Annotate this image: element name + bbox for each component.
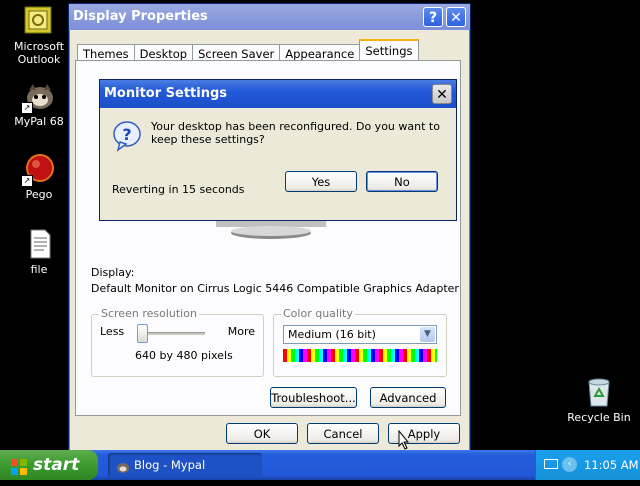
mypal-icon: ↗ xyxy=(21,80,55,114)
desktop-icon-mypal[interactable]: ↗ MyPal 68 xyxy=(4,80,74,128)
chevron-down-icon[interactable]: ▼ xyxy=(420,327,435,342)
screen-resolution-group: Screen resolution Less More 640 by 480 p… xyxy=(91,307,264,377)
pego-icon: ↗ xyxy=(21,153,55,187)
desktop-icon-label: Pego xyxy=(25,188,53,201)
recycle-bin-icon xyxy=(583,376,615,408)
desktop-icon-label: file xyxy=(30,263,48,276)
mypal-taskbar-icon xyxy=(116,458,130,473)
ok-button[interactable]: OK xyxy=(226,423,298,444)
window-title: Display Properties xyxy=(73,9,208,24)
tab-strip: Themes Desktop Screen Saver Appearance Setti… xyxy=(77,39,419,63)
desktop-icon-label: Recycle Bin xyxy=(567,411,631,424)
desktop-icon-recycle-bin[interactable]: Recycle Bin xyxy=(564,376,634,424)
desktop-icon-file[interactable]: file xyxy=(4,228,74,276)
mouse-cursor-icon xyxy=(398,429,410,450)
outlook-icon xyxy=(23,5,55,37)
resolution-value: 640 by 480 pixels xyxy=(135,349,233,362)
advanced-button[interactable]: Advanced xyxy=(370,387,446,408)
resolution-more-label: More xyxy=(227,325,255,338)
keyboard-icon[interactable] xyxy=(544,459,558,469)
desktop-icon-label: Microsoft xyxy=(13,40,65,53)
no-button[interactable]: No xyxy=(366,171,438,192)
windows-logo-icon xyxy=(10,456,28,475)
monitor-preview-icon xyxy=(216,221,326,241)
resolution-slider-thumb[interactable] xyxy=(137,324,148,343)
taskbar-item-label: Blog - Mypal xyxy=(134,458,206,472)
shortcut-arrow-icon: ↗ xyxy=(21,102,33,114)
display-label: Display: xyxy=(91,266,135,279)
display-properties-titlebar[interactable]: Display Properties ? ✕ xyxy=(69,4,470,30)
tray-expand-icon[interactable]: ‹ xyxy=(562,457,577,472)
desktop-icon-pego[interactable]: ↗ Pego xyxy=(4,153,74,201)
tab-settings[interactable]: Settings xyxy=(359,39,419,62)
taskbar: start Blog - Mypal ‹ 11:05 AM xyxy=(0,450,640,480)
help-button[interactable]: ? xyxy=(423,7,443,27)
desktop-icon-outlook[interactable]: Microsoft Outlook xyxy=(4,5,74,66)
display-properties-window: Display Properties ? ✕ Themes Desktop Scre… xyxy=(68,3,471,452)
file-icon xyxy=(23,228,55,260)
screen-resolution-label: Screen resolution xyxy=(99,307,199,320)
cancel-button[interactable]: Cancel xyxy=(307,423,379,444)
clock[interactable]: 11:05 AM xyxy=(584,450,639,480)
start-button[interactable]: start xyxy=(0,450,98,480)
start-label: start xyxy=(33,455,80,475)
color-quality-group: Color quality Medium (16 bit) ▼ xyxy=(273,307,447,377)
resolution-less-label: Less xyxy=(100,325,125,338)
revert-countdown: Reverting in 15 seconds xyxy=(112,183,245,196)
dialog-close-button[interactable]: ✕ xyxy=(432,84,452,104)
yes-button[interactable]: Yes xyxy=(285,171,357,192)
shortcut-arrow-icon: ↗ xyxy=(21,175,33,187)
question-icon: ? xyxy=(112,120,142,152)
dialog-message: Your desktop has been reconfigured. Do y… xyxy=(151,120,440,146)
svg-text:?: ? xyxy=(122,125,131,144)
desktop-icon-label: MyPal 68 xyxy=(14,115,64,128)
dialog-title: Monitor Settings xyxy=(104,86,228,101)
monitor-settings-dialog: Monitor Settings ✕ ? Your desktop has be… xyxy=(99,79,457,221)
close-button[interactable]: ✕ xyxy=(446,7,466,27)
taskbar-item-blog-mypal[interactable]: Blog - Mypal xyxy=(108,453,262,477)
color-quality-label: Color quality xyxy=(281,307,355,320)
monitor-settings-titlebar[interactable]: Monitor Settings ✕ xyxy=(100,80,456,108)
color-quality-value: Medium (16 bit) xyxy=(288,328,376,341)
troubleshoot-button[interactable]: Troubleshoot... xyxy=(270,387,357,408)
desktop-icon-label: Outlook xyxy=(17,53,61,66)
color-spectrum-bar xyxy=(283,349,437,362)
system-tray: ‹ 11:05 AM xyxy=(535,450,640,480)
display-adapter-text: Default Monitor on Cirrus Logic 5446 Com… xyxy=(91,282,459,295)
color-quality-select[interactable]: Medium (16 bit) ▼ xyxy=(283,325,437,344)
